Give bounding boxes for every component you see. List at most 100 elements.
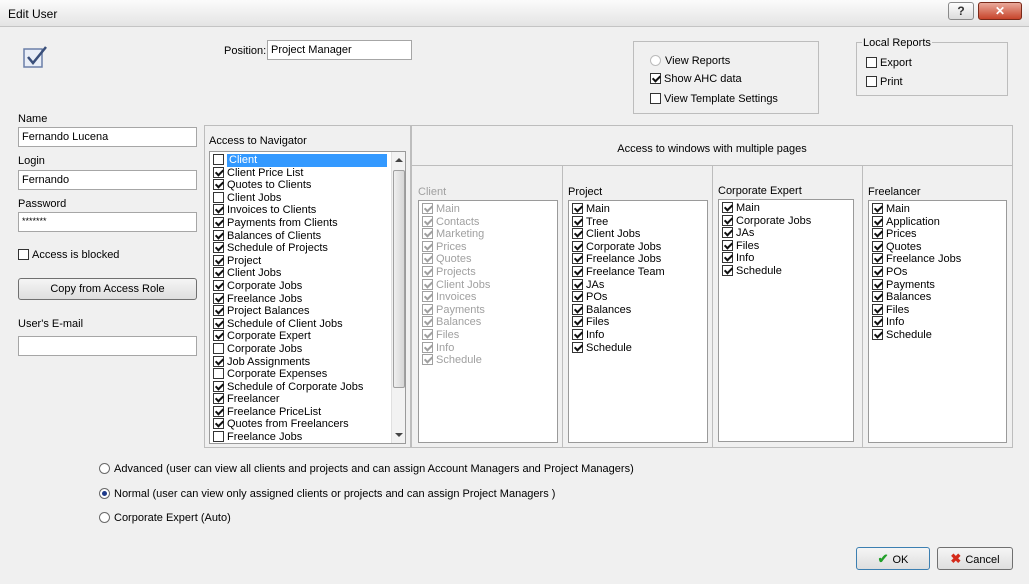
export-option[interactable]: Export	[866, 57, 912, 69]
column-item-checkbox[interactable]	[722, 227, 733, 239]
navigator-item-checkbox[interactable]	[213, 204, 224, 216]
navigator-item-checkbox[interactable]	[213, 292, 224, 304]
navigator-item[interactable]: Schedule of Client Jobs	[213, 317, 391, 331]
navigator-item[interactable]: Project	[213, 254, 391, 268]
column-item-checkbox[interactable]	[722, 202, 733, 213]
navigator-item[interactable]: Schedule of Corporate Jobs	[213, 380, 391, 394]
column-item[interactable]: Balances	[572, 303, 665, 317]
navigator-item-checkbox[interactable]	[213, 179, 224, 191]
navigator-item[interactable]: Corporate Jobs	[213, 342, 391, 356]
column-item-checkbox[interactable]	[872, 265, 883, 277]
column-item[interactable]: JAs	[572, 278, 665, 292]
column-item[interactable]: JAs	[722, 227, 811, 240]
navigator-item-checkbox[interactable]	[213, 166, 224, 178]
column-item[interactable]: Main	[872, 203, 961, 216]
navigator-item-checkbox[interactable]	[213, 330, 224, 342]
column-item-checkbox[interactable]	[572, 278, 583, 290]
column-item-checkbox[interactable]	[572, 228, 583, 240]
column-item-checkbox[interactable]	[572, 328, 583, 340]
column-item[interactable]: Freelance Jobs	[572, 253, 665, 266]
column-item-checkbox[interactable]	[872, 291, 883, 303]
navigator-item[interactable]: Schedule of Projects	[213, 242, 391, 255]
column-item[interactable]: Quotes	[872, 240, 961, 254]
navigator-item[interactable]: Client Jobs	[213, 191, 391, 205]
navigator-item-checkbox[interactable]	[213, 229, 224, 241]
column-item[interactable]: Info	[722, 252, 811, 265]
column-list[interactable]: Main Corporate Jobs JAs Files Info Schedule	[718, 199, 854, 442]
navigator-item[interactable]: Balances of Clients	[213, 229, 391, 243]
position-field[interactable]: Project Manager	[267, 40, 412, 60]
column-item-checkbox[interactable]	[872, 328, 883, 340]
column-item-checkbox[interactable]	[872, 278, 883, 290]
column-item[interactable]: Payments	[872, 278, 961, 292]
navigator-item-checkbox[interactable]	[213, 418, 224, 430]
cancel-button[interactable]: ✖ Cancel	[937, 547, 1013, 570]
column-item[interactable]: Prices	[872, 228, 961, 241]
column-item-checkbox[interactable]	[572, 240, 583, 252]
column-item-checkbox[interactable]	[572, 303, 583, 315]
navigator-item[interactable]: Client Jobs	[213, 267, 391, 280]
navigator-item[interactable]: Corporate Jobs	[213, 279, 391, 293]
navigator-item[interactable]: Quotes to Clients	[213, 179, 391, 192]
name-field[interactable]: Fernando Lucena	[18, 127, 197, 147]
column-list[interactable]: Main Application Prices Quotes Freelance Job…	[868, 200, 1007, 443]
navigator-item[interactable]: Corporate Expenses	[213, 368, 391, 381]
column-item[interactable]: Schedule	[722, 264, 811, 278]
ok-button[interactable]: ✔ OK	[856, 547, 930, 570]
navigator-item[interactable]: Freelance PriceList	[213, 405, 391, 419]
column-item-checkbox[interactable]	[872, 253, 883, 265]
column-item-checkbox[interactable]	[572, 341, 583, 353]
column-item-checkbox[interactable]	[572, 215, 583, 227]
column-item-checkbox[interactable]	[872, 203, 883, 214]
navigator-item-checkbox[interactable]	[213, 431, 224, 443]
navigator-item-checkbox[interactable]	[213, 191, 224, 203]
column-item[interactable]: Application	[872, 215, 961, 229]
column-item[interactable]: Client Jobs	[572, 228, 665, 241]
mode-advanced-option[interactable]: Advanced (user can view all clients and …	[99, 463, 634, 475]
column-item-checkbox[interactable]	[572, 316, 583, 328]
column-item[interactable]: Freelance Team	[572, 265, 665, 279]
column-item-checkbox[interactable]	[572, 253, 583, 265]
column-item[interactable]: Files	[572, 316, 665, 329]
column-item[interactable]: Corporate Jobs	[572, 240, 665, 254]
column-item-checkbox[interactable]	[722, 239, 733, 251]
column-item[interactable]: Corporate Jobs	[722, 214, 811, 228]
mode-corporate-radio[interactable]	[99, 512, 110, 523]
view-template-option[interactable]: View Template Settings	[650, 93, 778, 105]
mode-corporate-option[interactable]: Corporate Expert (Auto)	[99, 512, 231, 524]
column-item[interactable]: Main	[572, 203, 665, 216]
navigator-item[interactable]: Project Balances	[213, 305, 391, 318]
column-item-checkbox[interactable]	[722, 214, 733, 226]
navigator-item[interactable]: Freelancer	[213, 393, 391, 406]
navigator-item[interactable]: Freelance Jobs	[213, 431, 391, 443]
column-item-checkbox[interactable]	[722, 252, 733, 264]
column-item[interactable]: Files	[872, 303, 961, 317]
navigator-item-checkbox[interactable]	[213, 254, 224, 266]
column-list[interactable]: Main Contacts Marketing Prices Quotes Project…	[418, 200, 558, 443]
close-button[interactable]: ✕	[978, 2, 1022, 20]
column-item-checkbox[interactable]	[872, 228, 883, 240]
navigator-item-checkbox[interactable]	[213, 154, 224, 165]
access-blocked-checkbox[interactable]	[18, 249, 29, 260]
navigator-item-checkbox[interactable]	[213, 355, 224, 367]
show-ahc-option[interactable]: Show AHC data	[650, 73, 742, 85]
navigator-item[interactable]: Client	[213, 154, 391, 167]
scroll-up-icon[interactable]	[395, 158, 403, 162]
scroll-down-icon[interactable]	[395, 433, 403, 437]
view-reports-radio[interactable]	[650, 55, 661, 66]
column-item[interactable]: Freelance Jobs	[872, 253, 961, 266]
access-blocked-option[interactable]: Access is blocked	[18, 249, 119, 261]
export-checkbox[interactable]	[866, 57, 877, 68]
login-field[interactable]: Fernando	[18, 170, 197, 190]
navigator-item-checkbox[interactable]	[213, 405, 224, 417]
view-reports-option[interactable]: View Reports	[650, 55, 730, 67]
column-item-checkbox[interactable]	[722, 264, 733, 276]
mode-normal-radio[interactable]	[99, 488, 110, 499]
column-item[interactable]: POs	[572, 291, 665, 304]
column-item[interactable]: Tree	[572, 215, 665, 229]
column-item-checkbox[interactable]	[872, 215, 883, 227]
column-item-checkbox[interactable]	[872, 303, 883, 315]
password-field[interactable]: *******	[18, 212, 197, 232]
column-item-checkbox[interactable]	[872, 316, 883, 328]
column-item[interactable]: Files	[722, 239, 811, 253]
